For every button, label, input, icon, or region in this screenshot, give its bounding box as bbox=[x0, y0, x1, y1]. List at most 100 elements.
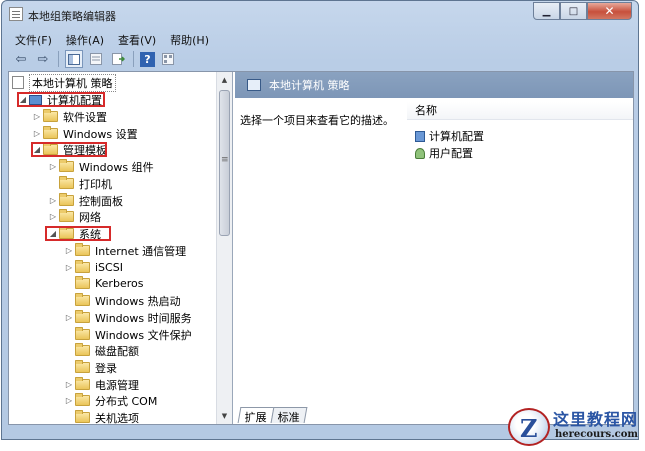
toolbar-separator bbox=[133, 51, 134, 67]
view-tabs: 扩展 标准 bbox=[237, 407, 308, 424]
folder-icon bbox=[75, 393, 90, 406]
expand-arrow-icon[interactable]: ▷ bbox=[63, 313, 75, 322]
folder-icon bbox=[75, 343, 90, 356]
minimize-button[interactable]: ▁ bbox=[533, 2, 560, 20]
tree-item-system-child[interactable]: ▷ 分布式 COM bbox=[63, 392, 157, 409]
details-header-title: 本地计算机 策略 bbox=[269, 79, 350, 92]
tree-item-label: Kerberos bbox=[95, 277, 144, 290]
toolbar-separator bbox=[58, 51, 59, 67]
tree-item-label: Internet 通信管理 bbox=[95, 244, 187, 258]
folder-icon bbox=[75, 293, 90, 306]
tab-standard[interactable]: 标准 bbox=[270, 407, 308, 424]
export-list-icon[interactable] bbox=[109, 50, 127, 68]
tree-item-system-child[interactable]: Windows 文件保护 bbox=[63, 326, 192, 343]
column-header-name[interactable]: 名称 bbox=[407, 102, 633, 120]
watermark-logo-icon bbox=[508, 408, 550, 446]
tree-item-label: 电源管理 bbox=[95, 378, 139, 392]
show-hide-tree-icon[interactable] bbox=[65, 50, 83, 68]
tree-item-system-child[interactable]: ▷ iSCSI bbox=[63, 259, 123, 276]
tab-extended[interactable]: 扩展 bbox=[237, 407, 275, 424]
tree-item-system-child[interactable]: ▷ Internet 通信管理 bbox=[63, 242, 186, 259]
highlight-box-system bbox=[45, 226, 111, 241]
highlight-box-admin-templates bbox=[31, 142, 107, 157]
tree-item-printers[interactable]: 打印机 bbox=[47, 175, 112, 192]
tree-item-system-child[interactable]: 登录 bbox=[63, 359, 117, 376]
tree-item-system-child[interactable]: 磁盘配额 bbox=[63, 342, 139, 359]
folder-icon bbox=[75, 377, 90, 390]
tree-item-windows-components[interactable]: ▷ Windows 组件 bbox=[47, 158, 154, 175]
tree-item-label: 关机选项 bbox=[95, 411, 139, 425]
tree-item-label: 本地计算机 策略 bbox=[29, 73, 116, 92]
folder-icon bbox=[43, 109, 58, 122]
details-pane: 本地计算机 策略 选择一个项目来查看它的描述。 名称 计算机配置 用户配置 扩展… bbox=[235, 72, 633, 424]
close-button[interactable]: ✕ bbox=[587, 2, 632, 20]
list-item-label: 用户配置 bbox=[429, 147, 473, 160]
folder-icon bbox=[75, 410, 90, 423]
expand-arrow-icon[interactable]: ▷ bbox=[63, 396, 75, 405]
properties-icon[interactable] bbox=[87, 50, 105, 68]
tree-item-root[interactable]: 本地计算机 策略 bbox=[12, 73, 116, 92]
tree-item-system-child[interactable]: Windows 热启动 bbox=[63, 292, 181, 309]
expand-arrow-icon[interactable]: ▷ bbox=[31, 112, 43, 121]
window-title: 本地组策略编辑器 bbox=[28, 10, 116, 23]
folder-icon bbox=[75, 260, 90, 273]
expand-arrow-icon[interactable]: ▷ bbox=[63, 246, 75, 255]
back-icon[interactable]: ⇦ bbox=[12, 50, 30, 68]
tree-pane: 本地计算机 策略 ◢ 计算机配置 ▷ 软件设置 ▷ Windows 设置 ◢ 管… bbox=[9, 72, 233, 424]
scroll-down-arrow-icon[interactable]: ▼ bbox=[217, 408, 232, 424]
filter-icon[interactable] bbox=[159, 50, 177, 68]
tree-item-label: 控制面板 bbox=[79, 194, 123, 208]
tree-item-label: Windows 组件 bbox=[79, 160, 154, 174]
expand-arrow-icon[interactable]: ▷ bbox=[63, 263, 75, 272]
tree-item-label: 软件设置 bbox=[63, 110, 107, 124]
menu-action[interactable]: 操作(A) bbox=[59, 30, 111, 48]
maximize-button[interactable]: □ bbox=[560, 2, 587, 20]
title-bar[interactable]: 本地组策略编辑器 ▁ □ ✕ bbox=[2, 1, 638, 28]
menu-help[interactable]: 帮助(H) bbox=[163, 30, 216, 48]
description-text: 选择一个项目来查看它的描述。 bbox=[240, 114, 394, 127]
tree-item-label: Windows 设置 bbox=[63, 127, 138, 141]
expand-arrow-icon[interactable]: ▷ bbox=[47, 212, 59, 221]
tree-item-system-child[interactable]: ▷ 电源管理 bbox=[63, 376, 139, 393]
expand-arrow-icon[interactable]: ▷ bbox=[47, 196, 59, 205]
expand-arrow-icon[interactable]: ▷ bbox=[31, 129, 43, 138]
list-item-computer-config[interactable]: 计算机配置 bbox=[415, 128, 484, 144]
folder-icon bbox=[75, 310, 90, 323]
folder-icon bbox=[59, 193, 74, 206]
watermark: 这里教程网 herecours.com bbox=[500, 404, 645, 451]
app-icon bbox=[9, 7, 23, 21]
user-config-icon bbox=[415, 147, 425, 159]
tree-vertical-scrollbar[interactable]: ▲ ▼ bbox=[216, 72, 232, 424]
expand-arrow-icon[interactable]: ▷ bbox=[63, 380, 75, 389]
tree-item-system-child[interactable]: Kerberos bbox=[63, 275, 143, 292]
folder-icon bbox=[59, 209, 74, 222]
list-item-label: 计算机配置 bbox=[429, 130, 484, 143]
menu-view[interactable]: 查看(V) bbox=[111, 30, 163, 48]
folder-icon bbox=[75, 276, 90, 289]
details-header: 本地计算机 策略 bbox=[235, 72, 633, 98]
menu-bar: 文件(F) 操作(A) 查看(V) 帮助(H) bbox=[8, 30, 216, 48]
list-item-user-config[interactable]: 用户配置 bbox=[415, 145, 473, 161]
policy-doc-icon bbox=[12, 76, 24, 89]
scroll-thumb[interactable] bbox=[219, 90, 230, 236]
scroll-up-arrow-icon[interactable]: ▲ bbox=[217, 72, 232, 88]
help-icon[interactable]: ? bbox=[140, 51, 155, 67]
tree-item-label: 网络 bbox=[79, 210, 101, 224]
expand-arrow-icon[interactable]: ▷ bbox=[47, 162, 59, 171]
menu-file[interactable]: 文件(F) bbox=[8, 30, 59, 48]
caption-buttons: ▁ □ ✕ bbox=[533, 2, 632, 20]
tree-item-system-child[interactable]: ▷ Windows 时间服务 bbox=[63, 309, 192, 326]
folder-icon bbox=[75, 327, 90, 340]
tree-item-control-panel[interactable]: ▷ 控制面板 bbox=[47, 192, 123, 209]
tree-item-network[interactable]: ▷ 网络 bbox=[47, 208, 101, 225]
computer-config-icon bbox=[415, 130, 425, 142]
watermark-title: 这里教程网 bbox=[553, 410, 639, 429]
folder-icon bbox=[43, 126, 58, 139]
tree-item-windows-settings[interactable]: ▷ Windows 设置 bbox=[31, 125, 138, 142]
tree-item-label: iSCSI bbox=[95, 261, 123, 274]
tree-item-software-settings[interactable]: ▷ 软件设置 bbox=[31, 108, 107, 125]
tree-item-system-child[interactable]: 关机选项 bbox=[63, 409, 139, 424]
main-content: 本地计算机 策略 ◢ 计算机配置 ▷ 软件设置 ▷ Windows 设置 ◢ 管… bbox=[8, 71, 634, 425]
forward-icon[interactable]: ⇨ bbox=[34, 50, 52, 68]
gpedit-window: 本地组策略编辑器 ▁ □ ✕ 文件(F) 操作(A) 查看(V) 帮助(H) ⇦… bbox=[1, 0, 639, 440]
